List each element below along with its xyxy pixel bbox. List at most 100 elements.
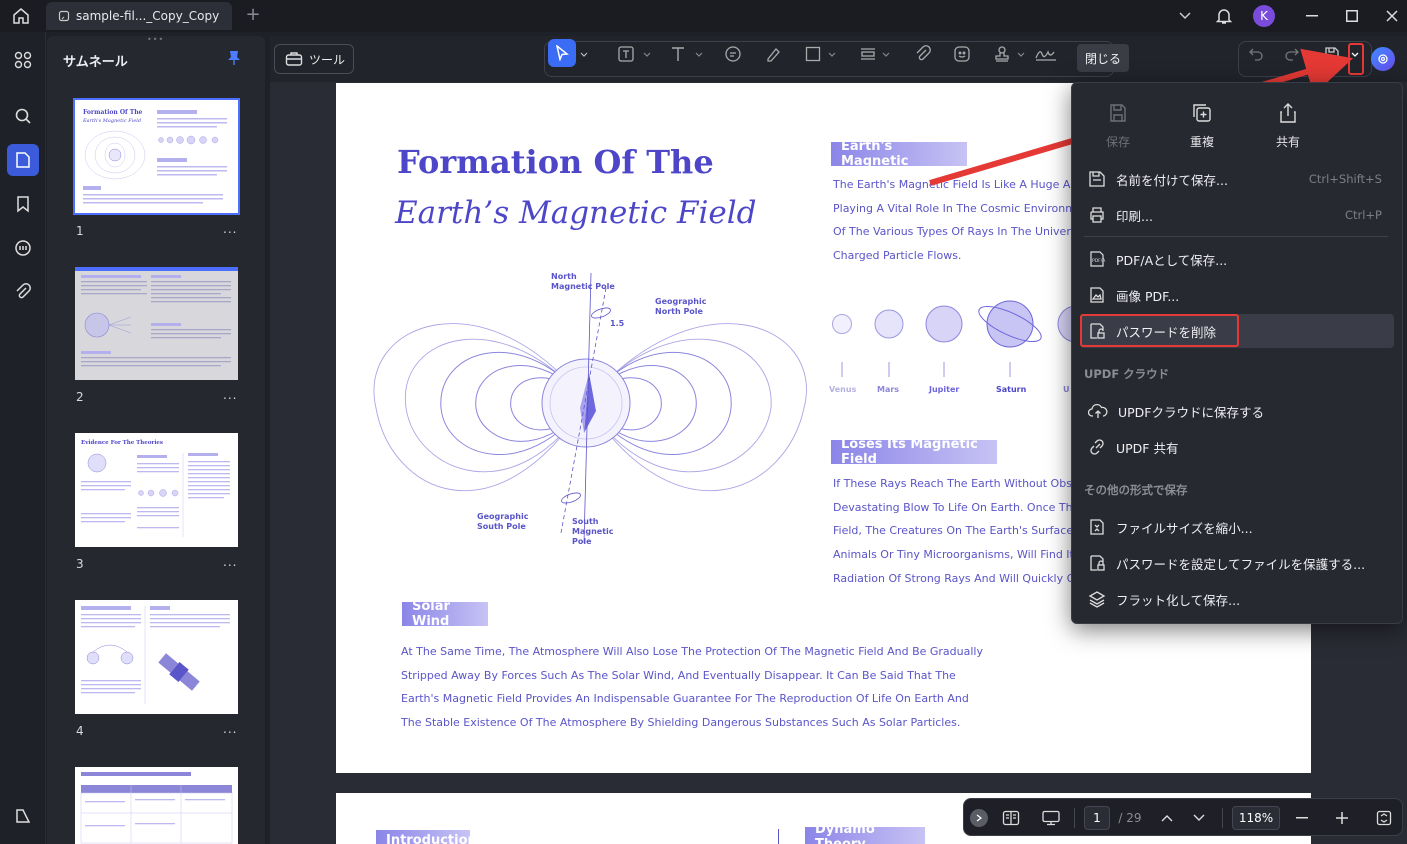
menu-item-print[interactable]: 印刷... Ctrl+P	[1080, 198, 1394, 232]
chevron-down-icon[interactable]	[1172, 0, 1198, 32]
section1-paragraph: The Earth's Magnetic Field Is Like A Hug…	[833, 173, 1098, 268]
minimize-button[interactable]	[1298, 0, 1326, 32]
chevron-down-icon[interactable]	[880, 44, 892, 64]
page-number-input[interactable]: 1	[1084, 806, 1110, 830]
section-heading-solar-wind: Solar Wind	[402, 599, 488, 629]
menu-item-save-as[interactable]: 名前を付けて保存... Ctrl+Shift+S	[1080, 162, 1394, 196]
svg-text:PDF/A: PDF/A	[1092, 258, 1106, 264]
next-page-button[interactable]	[1190, 808, 1208, 828]
bookmark-icon[interactable]	[7, 188, 39, 220]
save-as-icon	[1089, 171, 1105, 187]
thumbnail-more-button[interactable]: ...	[223, 388, 237, 402]
close-edit-button[interactable]: 閉じる	[1077, 44, 1130, 72]
north-magnetic-pole-label: North Magnetic Pole	[551, 272, 615, 291]
south-magnetic-pole-label: South Magnetic Pole	[572, 517, 614, 546]
svg-text:Earth's Magnetic Field: Earth's Magnetic Field	[82, 118, 141, 124]
text-icon[interactable]	[668, 44, 688, 64]
layers-icon[interactable]	[7, 800, 39, 832]
search-icon[interactable]	[7, 100, 39, 132]
bottom-navigation-bar: 1 / 29 118%	[963, 798, 1403, 836]
comment-icon[interactable]	[7, 232, 39, 264]
section-heading-earths-magnetic: Earth's Magnetic	[831, 139, 967, 169]
menu-item-label: PDF/Aとして保存...	[1116, 252, 1228, 268]
chevron-down-icon[interactable]	[641, 44, 653, 64]
page-thumbnail-5[interactable]	[75, 767, 238, 844]
zoom-level-input[interactable]: 118%	[1232, 806, 1280, 830]
tools-button[interactable]: ツール	[274, 44, 354, 74]
thumbnail-more-button[interactable]: ...	[223, 222, 237, 236]
form-field-icon[interactable]	[858, 44, 878, 64]
thumbnail-more-button[interactable]: ...	[223, 555, 237, 569]
panel-drag-handle[interactable]: •••	[147, 36, 165, 44]
menu-item-shortcut: Ctrl+P	[1344, 208, 1382, 222]
page-thumbnail-4[interactable]	[75, 600, 238, 714]
comment-tool-icon[interactable]	[723, 44, 743, 64]
page-thumbnail-1[interactable]: Formation Of The Earth's Magnetic Field	[73, 98, 240, 215]
page2-heading-dynamo-theory: Dynamo Theory	[805, 822, 925, 844]
home-icon[interactable]	[10, 6, 32, 26]
thumbnails-icon[interactable]	[7, 144, 39, 176]
toolbox-icon	[285, 52, 303, 66]
new-tab-button[interactable]: +	[244, 6, 262, 24]
close-window-button[interactable]	[1378, 0, 1406, 32]
avatar-letter: K	[1253, 5, 1275, 27]
planet-label-mars: Mars	[877, 385, 900, 394]
previous-page-button[interactable]	[1158, 808, 1176, 828]
user-avatar[interactable]: K	[1252, 0, 1276, 32]
menu-item-protect-with-password[interactable]: パスワードを設定してファイルを保護する...	[1080, 546, 1394, 580]
paperclip-icon[interactable]	[913, 44, 933, 64]
thumbnail-more-button[interactable]: ...	[223, 722, 237, 736]
menu-item-reduce-size[interactable]: ファイルサイズを縮小...	[1080, 510, 1394, 544]
fit-page-icon[interactable]	[1374, 808, 1394, 828]
save-icon[interactable]	[1322, 44, 1342, 64]
stamp-icon[interactable]	[992, 44, 1012, 64]
chevron-down-icon[interactable]	[578, 44, 590, 64]
attachment-icon[interactable]	[7, 276, 39, 308]
collapse-bar-button[interactable]	[970, 809, 988, 827]
presentation-icon[interactable]	[1040, 808, 1062, 828]
menu-share-button[interactable]: 共有	[1258, 101, 1318, 150]
rectangle-tool-icon[interactable]	[803, 44, 823, 64]
page-thumbnail-2[interactable]	[75, 267, 238, 380]
page-thumbnail-3[interactable]: Evidence For The Theories	[75, 433, 238, 547]
menu-item-label: 名前を付けて保存...	[1116, 172, 1228, 188]
menu-share-label: 共有	[1275, 135, 1300, 149]
text-line: Playing A Vital Role In The Cosmic Envir…	[833, 201, 1094, 215]
ai-assistant-icon[interactable]	[1371, 47, 1395, 71]
cloud-upload-icon	[1088, 403, 1108, 418]
chevron-down-icon[interactable]	[693, 44, 705, 64]
maximize-button[interactable]	[1338, 0, 1366, 32]
thumbnail-page-number: 3	[76, 557, 84, 571]
highlighter-icon[interactable]	[763, 44, 783, 64]
menu-divider	[1084, 236, 1388, 237]
angle-label: 1.5	[610, 319, 625, 328]
text-box-icon[interactable]	[616, 44, 636, 64]
chevron-down-icon[interactable]	[1015, 44, 1027, 64]
menu-duplicate-button[interactable]: 重複	[1172, 101, 1232, 150]
menu-item-image-pdf[interactable]: 画像 PDF...	[1080, 278, 1394, 312]
signature-icon[interactable]	[1033, 44, 1059, 64]
zoom-in-button[interactable]	[1332, 808, 1352, 828]
text-line: At The Same Time, The Atmosphere Will Al…	[401, 645, 983, 658]
select-tool-icon[interactable]	[548, 39, 576, 67]
planet-label-venus: Venus	[829, 385, 857, 394]
redo-icon[interactable]	[1282, 44, 1302, 64]
chevron-down-icon[interactable]	[826, 44, 838, 64]
reading-mode-icon[interactable]	[1000, 808, 1022, 828]
menu-save-button[interactable]: 保存	[1088, 101, 1148, 150]
menu-item-save-to-cloud[interactable]: UPDFクラウドに保存する	[1080, 394, 1394, 428]
document-subtitle: Earth’s Magnetic Field	[395, 195, 757, 231]
sticker-icon[interactable]	[952, 44, 972, 64]
document-tab-icon	[58, 10, 70, 22]
zoom-out-button[interactable]	[1292, 808, 1312, 828]
pin-icon[interactable]	[227, 50, 241, 66]
compress-icon	[1090, 519, 1104, 535]
page2-heading-introduction: Introduction	[376, 830, 477, 844]
undo-icon[interactable]	[1246, 44, 1266, 64]
menu-item-save-pdfa[interactable]: PDF/A PDF/Aとして保存...	[1080, 242, 1394, 276]
menu-item-updf-share[interactable]: UPDF 共有	[1080, 430, 1394, 464]
document-tab[interactable]: sample-fil..._Copy_Copy	[46, 2, 232, 30]
notification-bell-icon[interactable]	[1212, 0, 1236, 32]
apps-grid-icon[interactable]	[7, 44, 39, 76]
menu-item-flatten-save[interactable]: フラット化して保存...	[1080, 582, 1394, 616]
